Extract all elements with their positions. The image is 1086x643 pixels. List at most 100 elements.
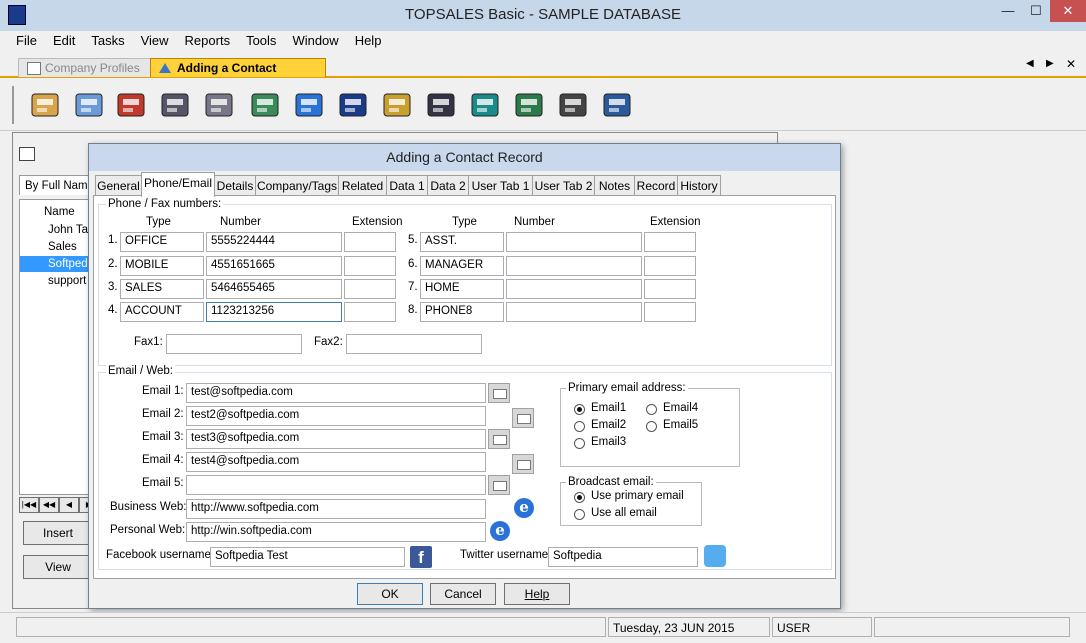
company-icon[interactable] (28, 88, 62, 122)
email-input[interactable]: test4@softpedia.com (186, 452, 486, 472)
first-record-button[interactable]: |◀◀ (19, 497, 39, 513)
phone-type-input[interactable]: OFFICE (120, 232, 204, 252)
send-email-icon[interactable] (488, 475, 510, 495)
contacts-icon[interactable] (72, 88, 106, 122)
phone-extension-input[interactable] (344, 279, 396, 299)
phone-number-input[interactable] (506, 256, 642, 276)
phone-extension-input[interactable] (344, 302, 396, 322)
personal-web-input[interactable]: http://win.softpedia.com (186, 522, 486, 542)
email-input[interactable]: test@softpedia.com (186, 383, 486, 403)
send-email-icon[interactable] (512, 408, 534, 428)
tab-user-tab-1[interactable]: User Tab 1 (468, 175, 533, 196)
phone-number-input[interactable]: 1123213256 (206, 302, 342, 322)
ie-browser-icon-2[interactable]: e (490, 521, 510, 541)
sort-tab[interactable]: By Full Name (19, 175, 99, 195)
ie-browser-icon[interactable]: e (514, 498, 534, 518)
tab-details[interactable]: Details (214, 175, 256, 196)
tab-close-icon[interactable]: ✕ (1066, 57, 1076, 71)
tab-record[interactable]: Record (634, 175, 678, 196)
maximize-button[interactable]: ☐ (1022, 0, 1050, 22)
email-input[interactable]: test3@softpedia.com (186, 429, 486, 449)
cancel-button[interactable]: Cancel (430, 583, 496, 605)
phone-type-input[interactable]: SALES (120, 279, 204, 299)
menu-edit[interactable]: Edit (53, 31, 75, 48)
phone-number-input[interactable]: 5555224444 (206, 232, 342, 252)
facebook-icon[interactable]: f (410, 546, 432, 568)
primary-email-radio[interactable] (574, 438, 585, 449)
phone-number-input[interactable] (506, 232, 642, 252)
tab-history[interactable]: History (677, 175, 721, 196)
calculator-icon[interactable] (600, 88, 634, 122)
phone-extension-input[interactable] (644, 302, 696, 322)
email-input[interactable]: test2@softpedia.com (186, 406, 486, 426)
list-item[interactable]: Sales (20, 239, 94, 255)
menu-view[interactable]: View (141, 31, 169, 48)
email-input[interactable] (186, 475, 486, 495)
menu-reports[interactable]: Reports (185, 31, 231, 48)
twitter-icon[interactable] (704, 545, 726, 567)
minimize-button[interactable]: — (994, 0, 1022, 22)
bank-icon[interactable] (424, 88, 458, 122)
warehouse-icon[interactable] (468, 88, 502, 122)
column-header-name[interactable]: Name (44, 206, 75, 218)
business-web-input[interactable]: http://www.softpedia.com (186, 499, 486, 519)
prev-page-button[interactable]: ◀◀ (39, 497, 59, 513)
phone-extension-input[interactable] (344, 256, 396, 276)
menu-tools[interactable]: Tools (246, 31, 276, 48)
menu-window[interactable]: Window (292, 31, 338, 48)
fax1-input[interactable] (166, 334, 302, 354)
stopwatch-icon[interactable] (556, 88, 590, 122)
phone-number-input[interactable]: 5464655465 (206, 279, 342, 299)
tab-phone-email[interactable]: Phone/Email (141, 172, 215, 197)
fax2-input[interactable] (346, 334, 482, 354)
ok-button[interactable]: OK (357, 583, 423, 605)
phone-type-input[interactable]: PHONE8 (420, 302, 504, 322)
twitter-input[interactable]: Softpedia (548, 547, 698, 567)
view-button[interactable]: View (23, 555, 93, 579)
help-button[interactable]: Help (504, 583, 570, 605)
prev-record-button[interactable]: ◀ (59, 497, 79, 513)
primary-email-radio[interactable] (574, 421, 585, 432)
close-button[interactable]: ✕ (1050, 0, 1086, 22)
phone-type-input[interactable]: MOBILE (120, 256, 204, 276)
globe-computer-icon[interactable] (292, 88, 326, 122)
send-email-icon[interactable] (512, 454, 534, 474)
facebook-input[interactable]: Softpedia Test (210, 547, 405, 567)
phone-extension-input[interactable] (344, 232, 396, 252)
window-menu-icon[interactable] (19, 147, 35, 161)
invoice-icon[interactable] (336, 88, 370, 122)
menu-tasks[interactable]: Tasks (91, 31, 124, 48)
phone-number-input[interactable]: 4551651665 (206, 256, 342, 276)
tab-user-tab-2[interactable]: User Tab 2 (532, 175, 595, 196)
phone-type-input[interactable]: ACCOUNT (120, 302, 204, 322)
broadcast-radio[interactable] (574, 509, 585, 520)
phone-extension-input[interactable] (644, 279, 696, 299)
tasks-icon[interactable] (114, 88, 148, 122)
phone-number-input[interactable] (506, 279, 642, 299)
list-item[interactable]: Softpedia (20, 256, 94, 272)
tab-data-1[interactable]: Data 1 (386, 175, 428, 196)
send-email-icon[interactable] (488, 429, 510, 449)
menu-file[interactable]: File (16, 31, 37, 48)
primary-email-radio[interactable] (574, 404, 585, 415)
cash-register-icon[interactable] (380, 88, 414, 122)
phone-extension-input[interactable] (644, 256, 696, 276)
phone-icon[interactable] (248, 88, 282, 122)
tab-adding-contact[interactable]: Adding a Contact Record (150, 58, 326, 93)
broadcast-radio[interactable] (574, 492, 585, 503)
tab-general[interactable]: General (95, 175, 142, 196)
list-item[interactable]: John Tan (20, 222, 94, 238)
tab-related[interactable]: Related (338, 175, 387, 196)
tab-company-profiles[interactable]: Company Profiles (18, 58, 167, 77)
phone-number-input[interactable] (506, 302, 642, 322)
send-email-icon[interactable] (488, 383, 510, 403)
document-pen-icon[interactable] (512, 88, 546, 122)
phone-extension-input[interactable] (644, 232, 696, 252)
list-item[interactable]: support (20, 273, 94, 289)
phone-type-input[interactable]: HOME (420, 279, 504, 299)
primary-email-radio[interactable] (646, 421, 657, 432)
insert-button[interactable]: Insert (23, 521, 93, 545)
tab-data-2[interactable]: Data 2 (427, 175, 469, 196)
tab-notes[interactable]: Notes (594, 175, 635, 196)
tab-scroll-left-icon[interactable]: ◀ (1026, 58, 1034, 69)
